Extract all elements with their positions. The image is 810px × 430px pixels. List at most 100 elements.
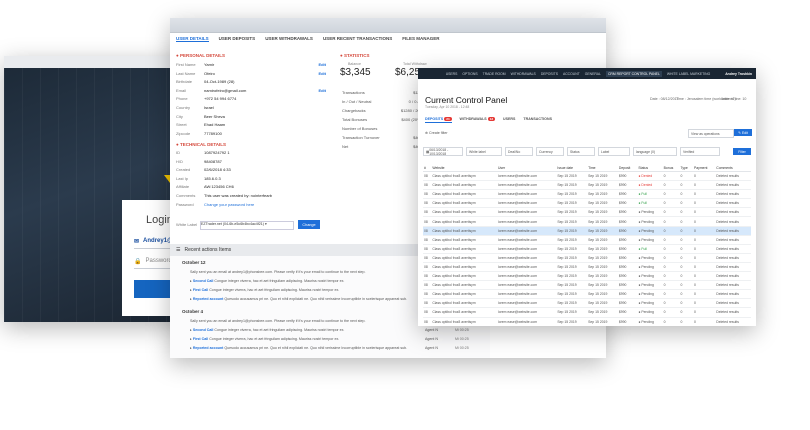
status-text: Pending bbox=[641, 255, 654, 260]
column-header[interactable]: User bbox=[496, 164, 557, 172]
nav-item-5[interactable]: ACCOUNT bbox=[563, 72, 580, 76]
filter-field-2[interactable]: Deal/No bbox=[505, 147, 533, 156]
nav-item-0[interactable]: USERS bbox=[446, 72, 458, 76]
personal-row: Country Israel bbox=[176, 105, 326, 110]
status-text: Pending bbox=[641, 292, 654, 297]
tab-0[interactable]: USER DETAILS bbox=[176, 36, 209, 42]
cell-time: Sep 15 2019 bbox=[587, 307, 618, 318]
cell-bonus: 0 bbox=[662, 180, 680, 191]
view-select[interactable]: View as operations bbox=[688, 129, 734, 138]
table-row[interactable]: 08 Class optibol froz8 avertisym lorem eas… bbox=[423, 216, 751, 227]
filter-value: Verified bbox=[683, 149, 695, 154]
cell-id: 08 bbox=[423, 180, 432, 191]
edit-link[interactable]: Edit bbox=[318, 88, 326, 93]
table-row[interactable]: 08 Class optibol froz8 avertisym lorem eas… bbox=[423, 244, 751, 254]
status-text: Full bbox=[641, 192, 647, 197]
cell-bonus: 0 bbox=[662, 198, 680, 209]
panel-tab-2[interactable]: USERS bbox=[503, 117, 515, 123]
table-row[interactable]: 08 Class optibol froz8 avertisym lorem eas… bbox=[423, 253, 751, 263]
table-row[interactable]: 08 Class optibol froz8 avertisym lorem eas… bbox=[423, 307, 751, 318]
white-label-select[interactable]: EZTrader.net (04-6b-e5c6b4bc4ac4f21) ▾ bbox=[200, 221, 294, 230]
tech-key: ID bbox=[176, 150, 180, 155]
nav-item-6[interactable]: GENERAL bbox=[585, 72, 601, 76]
filter-button[interactable]: Filter bbox=[733, 148, 751, 155]
table-row[interactable]: 08 Class optibol froz8 avertisym lorem eas… bbox=[423, 189, 751, 200]
edit-link[interactable]: Edit bbox=[318, 71, 326, 76]
column-header[interactable]: Status bbox=[637, 164, 663, 172]
table-row[interactable]: 08 Class optibol froz8 avertisym lorem eas… bbox=[423, 280, 751, 291]
cell-com: Deleted results bbox=[715, 189, 751, 200]
action-item[interactable]: ▸ First Call Congue integer viverra, hac… bbox=[190, 337, 490, 341]
filter-field-5[interactable]: Label bbox=[598, 147, 630, 156]
filter-value: Deal/No bbox=[508, 149, 521, 154]
column-header[interactable]: Comments bbox=[715, 164, 751, 172]
nav-item-1[interactable]: OPTIONS bbox=[462, 72, 477, 76]
tab-3[interactable]: USER RECENT TRANSACTIONS bbox=[323, 36, 392, 42]
tech-value[interactable]: Change your password here bbox=[204, 202, 326, 207]
panel-tab-label: WITHDRAWALS bbox=[459, 117, 487, 121]
column-header[interactable]: Deposit bbox=[617, 164, 638, 172]
table-row[interactable]: 08 Class optibol froz8 avertisym lorem eas… bbox=[423, 289, 751, 300]
action-text: Sally sent you an email at andrey1@phons… bbox=[190, 319, 366, 323]
cell-time: Sep 15 2019 bbox=[587, 253, 618, 263]
column-header[interactable]: Type bbox=[679, 164, 694, 172]
table-row[interactable]: 08 Class optibol froz8 avertisym lorem eas… bbox=[423, 298, 751, 309]
panel-tab-3[interactable]: TRANSACTIONS bbox=[523, 117, 552, 123]
stat-row: Chargebacks $1280 / 200 bbox=[342, 108, 422, 113]
page-subtitle: Tuesday, Apr 10 2018 - 12:48 bbox=[425, 105, 470, 109]
edit-link[interactable]: Edit bbox=[318, 62, 326, 67]
nav-item-8[interactable]: WHITE LABEL MARKETING bbox=[667, 72, 710, 76]
cell-pay: 0 bbox=[693, 171, 716, 182]
filter-field-6[interactable]: language (0) bbox=[633, 147, 677, 156]
cell-type: 0 bbox=[679, 226, 694, 236]
table-row[interactable]: 08 Class optibol froz8 avertisym lorem eas… bbox=[423, 262, 751, 273]
table-row[interactable]: 08 Class optibol froz8 avertisym lorem eas… bbox=[423, 235, 751, 245]
panel-tab-0[interactable]: DEPOSITS 24 bbox=[425, 117, 452, 123]
nav-item-3[interactable]: WITHDRAWALS bbox=[511, 72, 536, 76]
interval-selector[interactable]: Interval line: 10 bbox=[722, 97, 746, 101]
table-row[interactable]: 08 Class optibol froz8 avertisym lorem eas… bbox=[423, 198, 751, 209]
action-item[interactable]: ▸ Reported account Quesodo accusamus pri… bbox=[190, 346, 490, 350]
nav-item-2[interactable]: TRADE ROOM bbox=[483, 72, 506, 76]
filter-field-7[interactable]: Verified bbox=[680, 147, 720, 156]
filter-field-3[interactable]: Currency bbox=[536, 147, 564, 156]
table-row[interactable]: 08 Class optibol froz8 avertisym lorem eas… bbox=[423, 207, 751, 218]
change-button[interactable]: Change bbox=[298, 220, 320, 229]
panel-tab-label: USERS bbox=[503, 117, 516, 121]
panel-tab-1[interactable]: WITHDRAWALS 13 bbox=[460, 117, 496, 123]
cell-site: Class optibol froz8 avertisym bbox=[431, 207, 497, 218]
cell-com: Deleted results bbox=[715, 226, 751, 236]
cell-id: 08 bbox=[423, 226, 432, 236]
column-header[interactable]: Time bbox=[587, 164, 618, 172]
nav-item-4[interactable]: DEPOSITS bbox=[541, 72, 558, 76]
filter-field-1[interactable]: White label bbox=[466, 147, 502, 156]
password-placeholder: Password bbox=[145, 258, 172, 264]
date-selector[interactable]: Date : 08/12/2017 bbox=[650, 97, 679, 101]
create-filter-link[interactable]: ⊕ Create filter bbox=[425, 131, 448, 135]
table-row[interactable]: 08 Class optibol froz8 avertisym lorem eas… bbox=[423, 317, 751, 326]
column-header[interactable]: Bonus bbox=[662, 164, 680, 172]
tab-1[interactable]: USER DEPOSITS bbox=[219, 36, 256, 42]
personal-value: Beer Sheva bbox=[204, 113, 225, 119]
column-header[interactable]: Website bbox=[431, 164, 497, 172]
column-header[interactable]: Payment bbox=[693, 164, 716, 172]
nav-item-7[interactable]: CRM REPORT CONTROL PANEL bbox=[605, 70, 662, 77]
cell-time: Sep 15 2019 bbox=[587, 235, 618, 245]
tab-2[interactable]: USER WITHDRAWALS bbox=[265, 36, 313, 42]
table-row[interactable]: 08 Class optibol froz8 avertisym lorem eas… bbox=[423, 180, 751, 191]
table-row[interactable]: 08 Class optibol froz8 avertisym lorem eas… bbox=[423, 171, 751, 182]
cell-com: Deleted results bbox=[715, 307, 751, 318]
tech-key: Password bbox=[176, 201, 194, 207]
column-header[interactable]: # bbox=[423, 164, 432, 172]
filter-field-0[interactable]: ▦ 06/13/2018 - 10/13/2018 bbox=[423, 147, 463, 156]
action-item[interactable]: ▸ Second Call Congue integer viverra, ha… bbox=[190, 328, 490, 332]
filter-field-4[interactable]: Status bbox=[567, 147, 595, 156]
table-row[interactable]: 08 Class optibol froz8 avertisym lorem eas… bbox=[423, 271, 751, 282]
edit-button[interactable]: ✎ Edit bbox=[734, 129, 752, 136]
column-header[interactable]: Issue date bbox=[556, 164, 588, 172]
table-row[interactable]: 08 Class optibol froz8 avertisym lorem eas… bbox=[423, 226, 751, 236]
cell-type: 0 bbox=[679, 216, 694, 227]
welcome-user[interactable]: Andrey Troshkin bbox=[725, 72, 752, 76]
action-text: Congue integer viverra, hac et aet fring… bbox=[214, 328, 345, 332]
tab-4[interactable]: FILES MANAGER bbox=[402, 36, 439, 42]
